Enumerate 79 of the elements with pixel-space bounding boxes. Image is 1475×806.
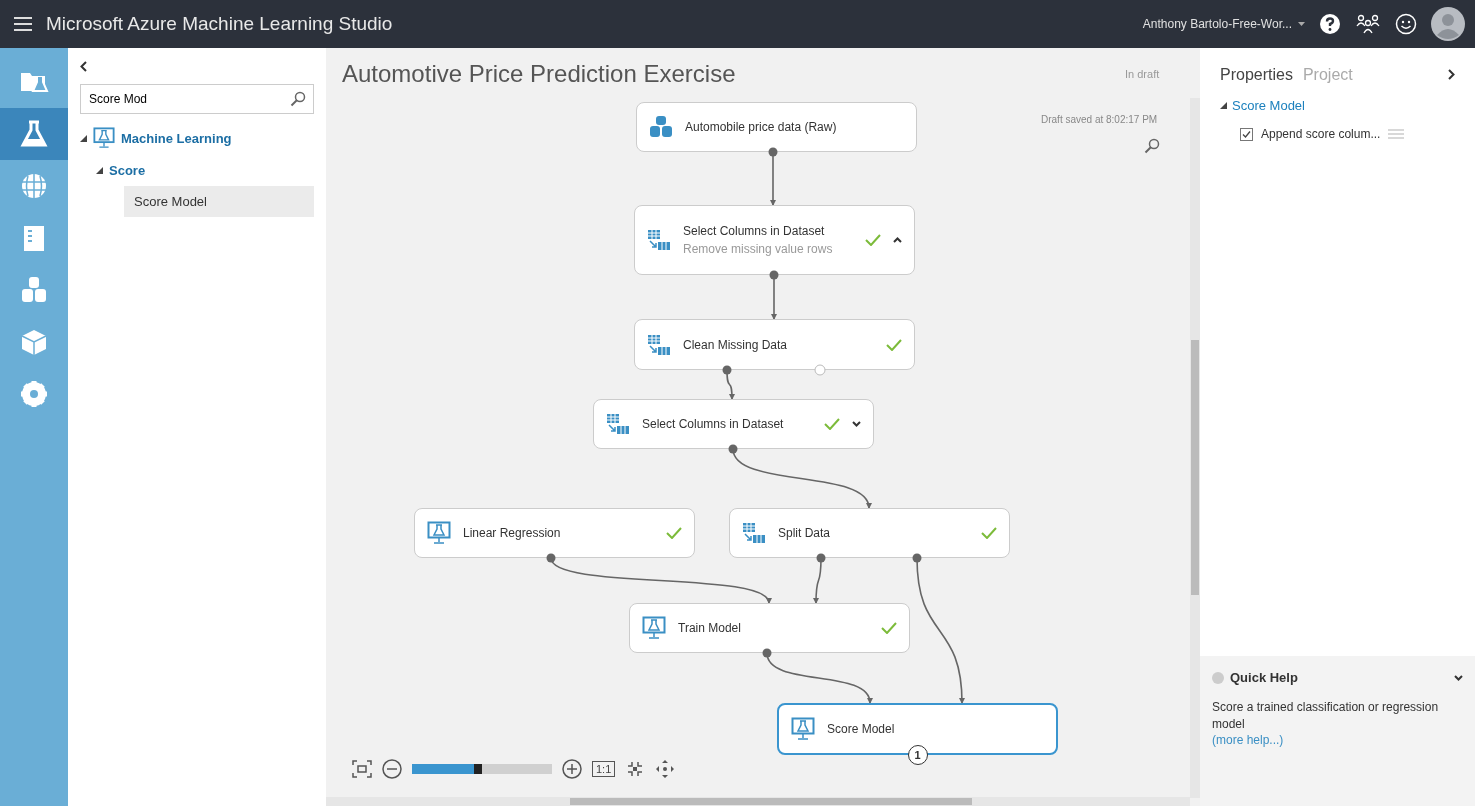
zoom-out-button[interactable] (382, 759, 402, 779)
cube-icon (19, 327, 49, 357)
search-field[interactable]: Score Mod (80, 84, 314, 114)
module-node[interactable]: Automobile price data (Raw) (636, 102, 917, 152)
caret-icon[interactable] (1298, 22, 1305, 26)
zoom-in-button[interactable] (562, 759, 582, 779)
module-label: Select Columns in Dataset (683, 224, 826, 238)
module-label: Automobile price data (Raw) (685, 120, 838, 134)
output-port[interactable] (912, 553, 922, 563)
expanded-triangle-icon[interactable] (80, 134, 87, 142)
module-node[interactable]: Select Columns in Dataset (593, 399, 874, 449)
slider-thumb[interactable] (474, 764, 482, 774)
expanded-triangle-icon[interactable] (1220, 102, 1227, 109)
module-label: Select Columns in Dataset (642, 417, 785, 431)
chevron-down-icon[interactable] (1454, 674, 1463, 681)
module-label: Clean Missing Data (683, 337, 789, 352)
output-port[interactable] (762, 648, 772, 658)
quick-help-title: Quick Help (1230, 670, 1299, 685)
module-label: Train Model (678, 621, 742, 635)
database-icon (19, 275, 49, 305)
section-title[interactable]: Score Model (1232, 98, 1305, 113)
table-transform-icon (647, 333, 671, 356)
chevron-up-icon[interactable] (893, 237, 902, 243)
expanded-triangle-icon[interactable] (96, 166, 103, 174)
database-icon (649, 115, 673, 139)
smiley-icon[interactable] (1395, 13, 1417, 35)
zoom-slider[interactable] (412, 764, 552, 774)
app-title: Microsoft Azure Machine Learning Studio (46, 13, 394, 35)
flask-icon (19, 119, 49, 149)
output-port[interactable] (769, 270, 779, 280)
module-item[interactable]: Score Model (124, 186, 314, 217)
monitor-flask-icon (642, 616, 666, 640)
module-node[interactable]: Select Columns in Dataset Remove missing value rows (634, 205, 915, 275)
save-status: Draft saved at 8:02:17 PM (1041, 114, 1158, 125)
menu-icon[interactable] (14, 17, 32, 31)
settings-icon (19, 379, 49, 409)
help-icon[interactable] (1319, 13, 1341, 35)
output-port[interactable] (768, 147, 778, 157)
pan-icon[interactable] (655, 759, 676, 779)
output-port[interactable] (816, 553, 826, 563)
output-port[interactable] (722, 365, 732, 375)
chevron-down-icon[interactable] (852, 421, 861, 427)
module-node[interactable]: Linear Regression (414, 508, 695, 558)
drag-handle-icon[interactable] (1388, 128, 1405, 140)
output-port[interactable] (728, 444, 738, 454)
status-label: In draft (1125, 68, 1160, 80)
category-label[interactable]: Score (109, 162, 146, 178)
help-text: Score a trained classification or regression model (1212, 699, 1440, 733)
monitor-flask-icon (791, 717, 815, 741)
table-transform-icon (742, 522, 766, 544)
actual-size-button[interactable]: 1:1 (592, 761, 616, 777)
table-transform-icon (606, 413, 630, 435)
module-label: Linear Regression (463, 526, 562, 540)
search-icon[interactable] (1144, 138, 1160, 154)
avatar-icon[interactable] (1431, 7, 1465, 41)
search-icon[interactable] (290, 91, 306, 107)
output-port[interactable] (546, 553, 556, 563)
module-label: Split Data (778, 526, 832, 540)
experiment-title: Automotive Price Prediction Exercise (342, 60, 736, 88)
module-node[interactable]: Split Data (729, 508, 1010, 558)
people-icon[interactable] (1355, 14, 1381, 34)
account-name[interactable]: Anthony Bartolo-Free-Wor... (1142, 17, 1292, 31)
vertical-scrollbar[interactable] (1190, 98, 1200, 798)
monitor-flask-icon (93, 127, 115, 149)
table-transform-icon (647, 229, 671, 251)
category-label[interactable]: Machine Learning (121, 130, 232, 146)
parameter-label: Append score colum... (1261, 127, 1381, 141)
checkbox[interactable] (1240, 127, 1253, 141)
fit-screen-button[interactable] (352, 760, 372, 778)
module-node[interactable]: Train Model (629, 603, 910, 653)
horizontal-scrollbar[interactable] (326, 797, 1190, 806)
help-icon (1212, 671, 1224, 684)
module-node[interactable]: Clean Missing Data (634, 319, 915, 370)
monitor-flask-icon (427, 521, 451, 545)
nav-button[interactable] (0, 108, 68, 160)
globe-icon (19, 171, 49, 201)
panel-tab[interactable]: Properties (1220, 66, 1293, 84)
module-comment: Remove missing value rows (683, 242, 834, 256)
module-label: Score Model (827, 722, 896, 736)
